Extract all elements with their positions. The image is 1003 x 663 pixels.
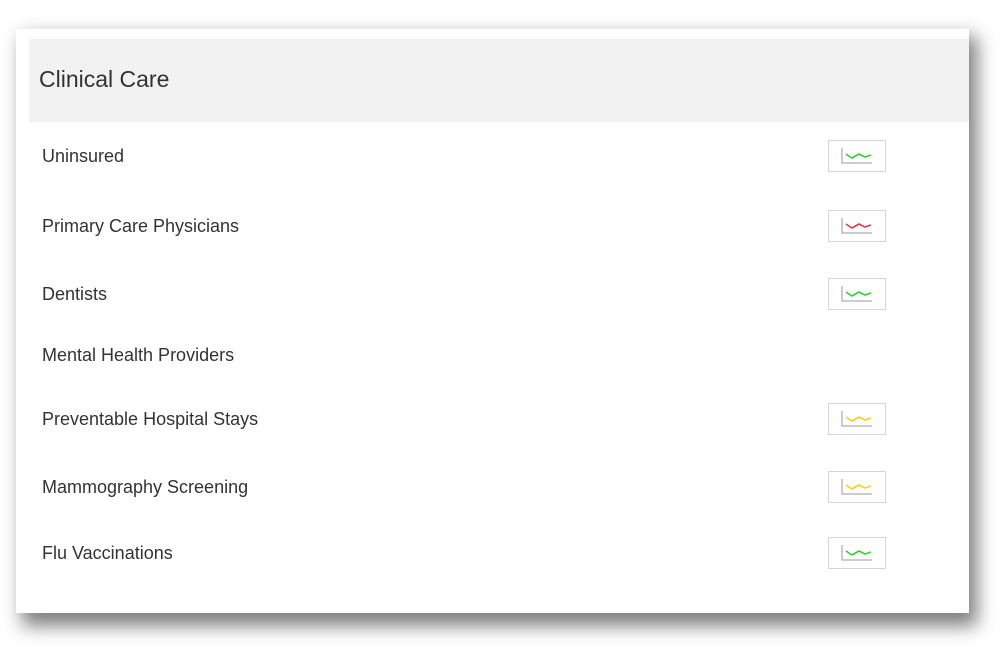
trend-line-icon xyxy=(840,409,874,429)
measure-row: Mental Health Providers xyxy=(29,340,969,370)
trend-line-icon xyxy=(840,543,874,563)
section-title: Clinical Care xyxy=(39,66,170,92)
measure-row: Primary Care Physicians xyxy=(29,210,969,242)
trend-chart-button[interactable] xyxy=(828,140,886,172)
trend-chart-button[interactable] xyxy=(828,403,886,435)
measure-label: Mental Health Providers xyxy=(42,344,235,365)
measure-label: Primary Care Physicians xyxy=(42,215,240,236)
measure-row: Flu Vaccinations xyxy=(29,537,969,569)
measure-label: Preventable Hospital Stays xyxy=(42,408,259,429)
trend-chart-button[interactable] xyxy=(828,471,886,503)
measure-label: Flu Vaccinations xyxy=(42,542,173,563)
trend-chart-button[interactable] xyxy=(828,278,886,310)
trend-chart-button[interactable] xyxy=(828,210,886,242)
measure-label: Uninsured xyxy=(42,145,125,166)
section-header: Clinical Care xyxy=(29,39,969,122)
measure-row: Preventable Hospital Stays xyxy=(29,403,969,435)
trend-line-icon xyxy=(840,146,874,166)
trend-line-icon xyxy=(840,216,874,236)
measure-row: Mammography Screening xyxy=(29,471,969,503)
clinical-care-card: Clinical Care Uninsured Primary Care Phys… xyxy=(16,28,969,613)
trend-line-icon xyxy=(840,284,874,304)
card-content: Clinical Care Uninsured Primary Care Phys… xyxy=(29,39,969,613)
measure-row: Uninsured xyxy=(29,140,969,172)
measure-label: Dentists xyxy=(42,283,108,304)
measure-label: Mammography Screening xyxy=(42,476,249,497)
trend-chart-button[interactable] xyxy=(828,537,886,569)
measure-row: Dentists xyxy=(29,278,969,310)
trend-line-icon xyxy=(840,477,874,497)
